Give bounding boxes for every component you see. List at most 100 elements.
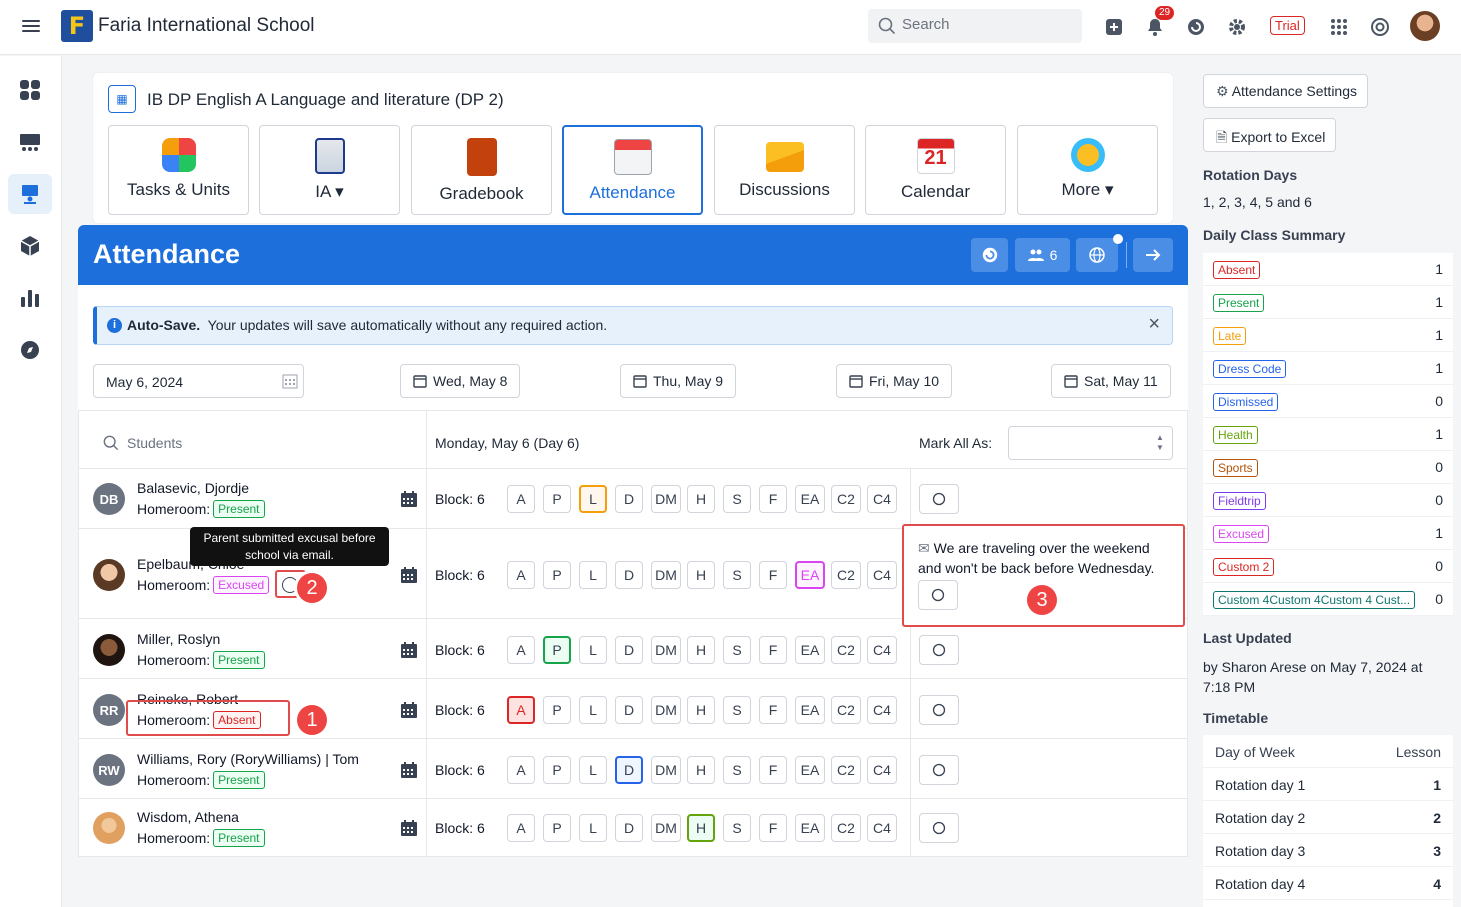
gear-icon[interactable]	[1226, 16, 1248, 38]
attendance-code-s[interactable]: S	[723, 636, 751, 664]
comment-button[interactable]	[919, 635, 959, 665]
student-name[interactable]: Williams, Rory (RoryWilliams) | Tom	[137, 751, 359, 767]
attendance-code-a[interactable]: A	[507, 696, 535, 724]
attendance-code-dm[interactable]: DM	[651, 756, 681, 784]
attendance-code-c4[interactable]: C4	[867, 636, 897, 664]
attendance-code-a[interactable]: A	[507, 756, 535, 784]
course-grid-icon[interactable]: ▦	[108, 85, 136, 113]
attendance-code-s[interactable]: S	[723, 485, 751, 513]
attendance-code-l[interactable]: L	[579, 485, 607, 513]
attendance-code-dm[interactable]: DM	[651, 561, 681, 589]
mark-all-select[interactable]: ▲ ▼	[1008, 426, 1173, 460]
menu-icon[interactable]	[22, 17, 40, 35]
comment-button[interactable]	[918, 580, 958, 610]
next-arrow-button[interactable]	[1133, 238, 1173, 272]
calendar-icon[interactable]	[400, 641, 418, 662]
attendance-code-d[interactable]: D	[615, 485, 643, 513]
attendance-code-p[interactable]: P	[543, 696, 571, 724]
attendance-code-f[interactable]: F	[759, 756, 787, 784]
date-button-thu[interactable]: Thu, May 9	[620, 364, 737, 398]
tool-discussions[interactable]: Discussions	[714, 125, 855, 215]
date-button-fri[interactable]: Fri, May 10	[836, 364, 953, 398]
student-name[interactable]: Wisdom, Athena	[137, 809, 239, 825]
spinner-icon[interactable]: ▲ ▼	[1156, 433, 1166, 453]
students-search[interactable]: Students	[103, 435, 182, 451]
attendance-code-c4[interactable]: C4	[867, 485, 897, 513]
calendar-icon[interactable]	[400, 819, 418, 840]
date-button-wed[interactable]: Wed, May 8	[400, 364, 521, 398]
comment-button[interactable]	[919, 484, 959, 514]
attendance-code-h[interactable]: H	[687, 485, 715, 513]
attendance-code-l[interactable]: L	[579, 696, 607, 724]
attendance-code-c4[interactable]: C4	[867, 814, 897, 842]
comment-button[interactable]	[919, 813, 959, 843]
sidebar-compass-icon[interactable]	[8, 330, 52, 370]
sidebar-reports-icon[interactable]	[8, 278, 52, 318]
date-input[interactable]: May 6, 2024	[93, 364, 304, 398]
school-logo[interactable]: F	[61, 10, 93, 42]
attendance-code-p[interactable]: P	[543, 561, 571, 589]
attendance-code-ea[interactable]: EA	[795, 561, 825, 589]
attendance-code-a[interactable]: A	[507, 814, 535, 842]
attendance-code-d[interactable]: D	[615, 696, 643, 724]
tool-tasks-units[interactable]: Tasks & Units	[108, 125, 249, 215]
help-lifebuoy-icon[interactable]	[1369, 16, 1391, 38]
attendance-code-f[interactable]: F	[759, 814, 787, 842]
attendance-code-a[interactable]: A	[507, 561, 535, 589]
calendar-icon[interactable]	[400, 566, 418, 587]
attendance-code-ea[interactable]: EA	[795, 814, 825, 842]
attendance-code-s[interactable]: S	[723, 696, 751, 724]
attendance-code-c2[interactable]: C2	[831, 561, 861, 589]
attendance-code-dm[interactable]: DM	[651, 696, 681, 724]
attendance-code-f[interactable]: F	[759, 485, 787, 513]
attendance-code-c2[interactable]: C2	[831, 696, 861, 724]
attendance-code-p[interactable]: P	[543, 485, 571, 513]
attendance-code-f[interactable]: F	[759, 636, 787, 664]
calendar-icon[interactable]	[400, 701, 418, 722]
close-icon[interactable]: ×	[1148, 313, 1160, 336]
calendar-grid-icon[interactable]	[282, 373, 298, 389]
attendance-code-p[interactable]: P	[543, 756, 571, 784]
attendance-code-dm[interactable]: DM	[651, 814, 681, 842]
attendance-code-c2[interactable]: C2	[831, 756, 861, 784]
attendance-code-d[interactable]: D	[615, 636, 643, 664]
attendance-code-c4[interactable]: C4	[867, 756, 897, 784]
attendance-code-dm[interactable]: DM	[651, 485, 681, 513]
attendance-code-s[interactable]: S	[723, 756, 751, 784]
attendance-code-ea[interactable]: EA	[795, 636, 825, 664]
attendance-code-c2[interactable]: C2	[831, 485, 861, 513]
user-avatar[interactable]	[1410, 11, 1440, 41]
sidebar-dashboard-icon[interactable]	[8, 70, 52, 110]
attendance-code-d[interactable]: D	[615, 561, 643, 589]
message-button[interactable]	[971, 238, 1008, 272]
attendance-code-c2[interactable]: C2	[831, 636, 861, 664]
attendance-settings-button[interactable]: ⚙ Attendance Settings	[1203, 74, 1368, 108]
tool-ia[interactable]: IA ▾	[259, 125, 400, 215]
attendance-code-d[interactable]: D	[615, 756, 643, 784]
attendance-code-c2[interactable]: C2	[831, 814, 861, 842]
attendance-code-l[interactable]: L	[579, 561, 607, 589]
attendance-code-dm[interactable]: DM	[651, 636, 681, 664]
attendance-code-ea[interactable]: EA	[795, 696, 825, 724]
attendance-code-h[interactable]: H	[687, 561, 715, 589]
attendance-code-h[interactable]: H	[687, 814, 715, 842]
sidebar-teaching-icon[interactable]	[8, 174, 52, 214]
attendance-code-l[interactable]: L	[579, 756, 607, 784]
group-count-button[interactable]: 6	[1015, 238, 1070, 272]
attendance-code-s[interactable]: S	[723, 814, 751, 842]
trial-badge[interactable]: Trial	[1270, 16, 1305, 35]
attendance-code-h[interactable]: H	[687, 756, 715, 784]
attendance-code-l[interactable]: L	[579, 814, 607, 842]
attendance-code-p[interactable]: P	[543, 814, 571, 842]
attendance-code-s[interactable]: S	[723, 561, 751, 589]
sidebar-classes-icon[interactable]	[8, 122, 52, 162]
attendance-code-c4[interactable]: C4	[867, 561, 897, 589]
chat-icon[interactable]	[1185, 16, 1207, 38]
apps-grid-icon[interactable]	[1328, 16, 1350, 38]
attendance-code-d[interactable]: D	[615, 814, 643, 842]
attendance-code-h[interactable]: H	[687, 636, 715, 664]
attendance-code-a[interactable]: A	[507, 485, 535, 513]
export-excel-button[interactable]: 🗎 Export to Excel	[1203, 118, 1337, 152]
add-icon[interactable]	[1103, 16, 1125, 38]
search-input[interactable]: Search	[868, 9, 1082, 43]
